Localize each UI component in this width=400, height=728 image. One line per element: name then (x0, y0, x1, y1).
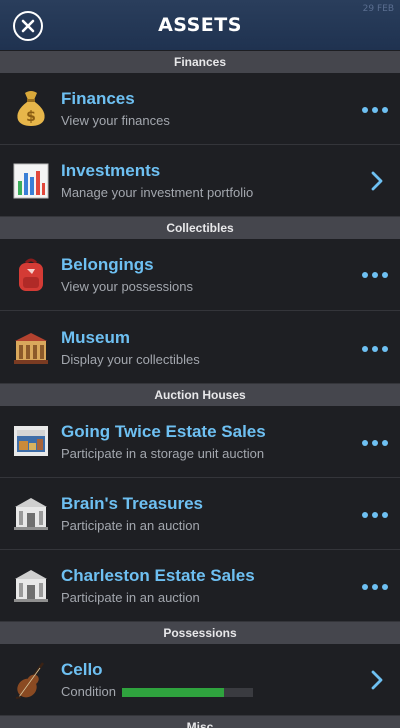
row-subtitle: Participate in a storage unit auction (61, 446, 265, 461)
more-icon[interactable] (362, 106, 388, 114)
svg-text:$: $ (26, 109, 36, 125)
backpack-icon (12, 256, 50, 294)
condition-label: Condition (61, 684, 116, 699)
row-museum[interactable]: Museum Display your collectibles (0, 311, 400, 384)
row-investments[interactable]: Investments Manage your investment portf… (0, 145, 400, 217)
section-header-auction-houses: Auction Houses (0, 384, 400, 406)
money-bag-icon: $ (12, 89, 50, 127)
auction-building-icon (12, 495, 50, 533)
row-label: Finances (61, 89, 135, 108)
condition-bar-fill (121, 688, 225, 698)
close-button[interactable] (13, 11, 43, 41)
row-cello[interactable]: Cello Condition (0, 644, 400, 716)
more-icon[interactable] (362, 511, 388, 519)
row-label: Investments (61, 161, 161, 180)
row-subtitle: Display your collectibles (61, 352, 200, 367)
bar-chart-icon (12, 162, 50, 200)
row-subtitle: Manage your investment portfolio (61, 185, 254, 200)
more-icon[interactable] (362, 271, 388, 279)
row-label: Going Twice Estate Sales (61, 422, 266, 441)
row-label: Belongings (61, 255, 154, 274)
row-label: Museum (61, 328, 130, 347)
more-icon[interactable] (362, 345, 388, 353)
chevron-right-icon[interactable] (370, 670, 384, 690)
title-bar: ASSETS 29 FEB (0, 0, 400, 50)
section-header-possessions: Possessions (0, 622, 400, 644)
row-finances[interactable]: $ Finances View your finances (0, 73, 400, 145)
row-subtitle: View your possessions (61, 279, 193, 294)
row-brains-treasures[interactable]: Brain's Treasures Participate in an auct… (0, 478, 400, 550)
museum-icon (12, 329, 50, 367)
row-going-twice-estate-sales[interactable]: Going Twice Estate Sales Participate in … (0, 406, 400, 478)
row-label: Brain's Treasures (61, 494, 204, 513)
auction-building-icon (12, 567, 50, 605)
condition-row: Condition (61, 684, 253, 700)
row-belongings[interactable]: Belongings View your possessions (0, 239, 400, 311)
more-icon[interactable] (362, 583, 388, 591)
chevron-right-icon[interactable] (370, 171, 384, 191)
page-title: ASSETS (158, 14, 242, 36)
row-label: Cello (61, 660, 103, 679)
row-subtitle: Participate in an auction (61, 590, 200, 605)
assets-screen: ASSETS 29 FEB Finances $ Finances View y… (0, 0, 400, 728)
row-label: Charleston Estate Sales (61, 566, 255, 585)
row-subtitle: View your finances (61, 113, 170, 128)
close-icon (21, 19, 35, 33)
row-subtitle: Participate in an auction (61, 518, 200, 533)
row-charleston-estate-sales[interactable]: Charleston Estate Sales Participate in a… (0, 550, 400, 622)
condition-bar (121, 688, 253, 698)
cello-icon (12, 661, 50, 699)
storage-unit-icon (12, 422, 50, 460)
section-header-misc: Misc (0, 716, 400, 728)
section-header-collectibles: Collectibles (0, 217, 400, 239)
more-icon[interactable] (362, 439, 388, 447)
section-header-finances: Finances (0, 51, 400, 73)
corner-label: 29 FEB (362, 4, 394, 14)
